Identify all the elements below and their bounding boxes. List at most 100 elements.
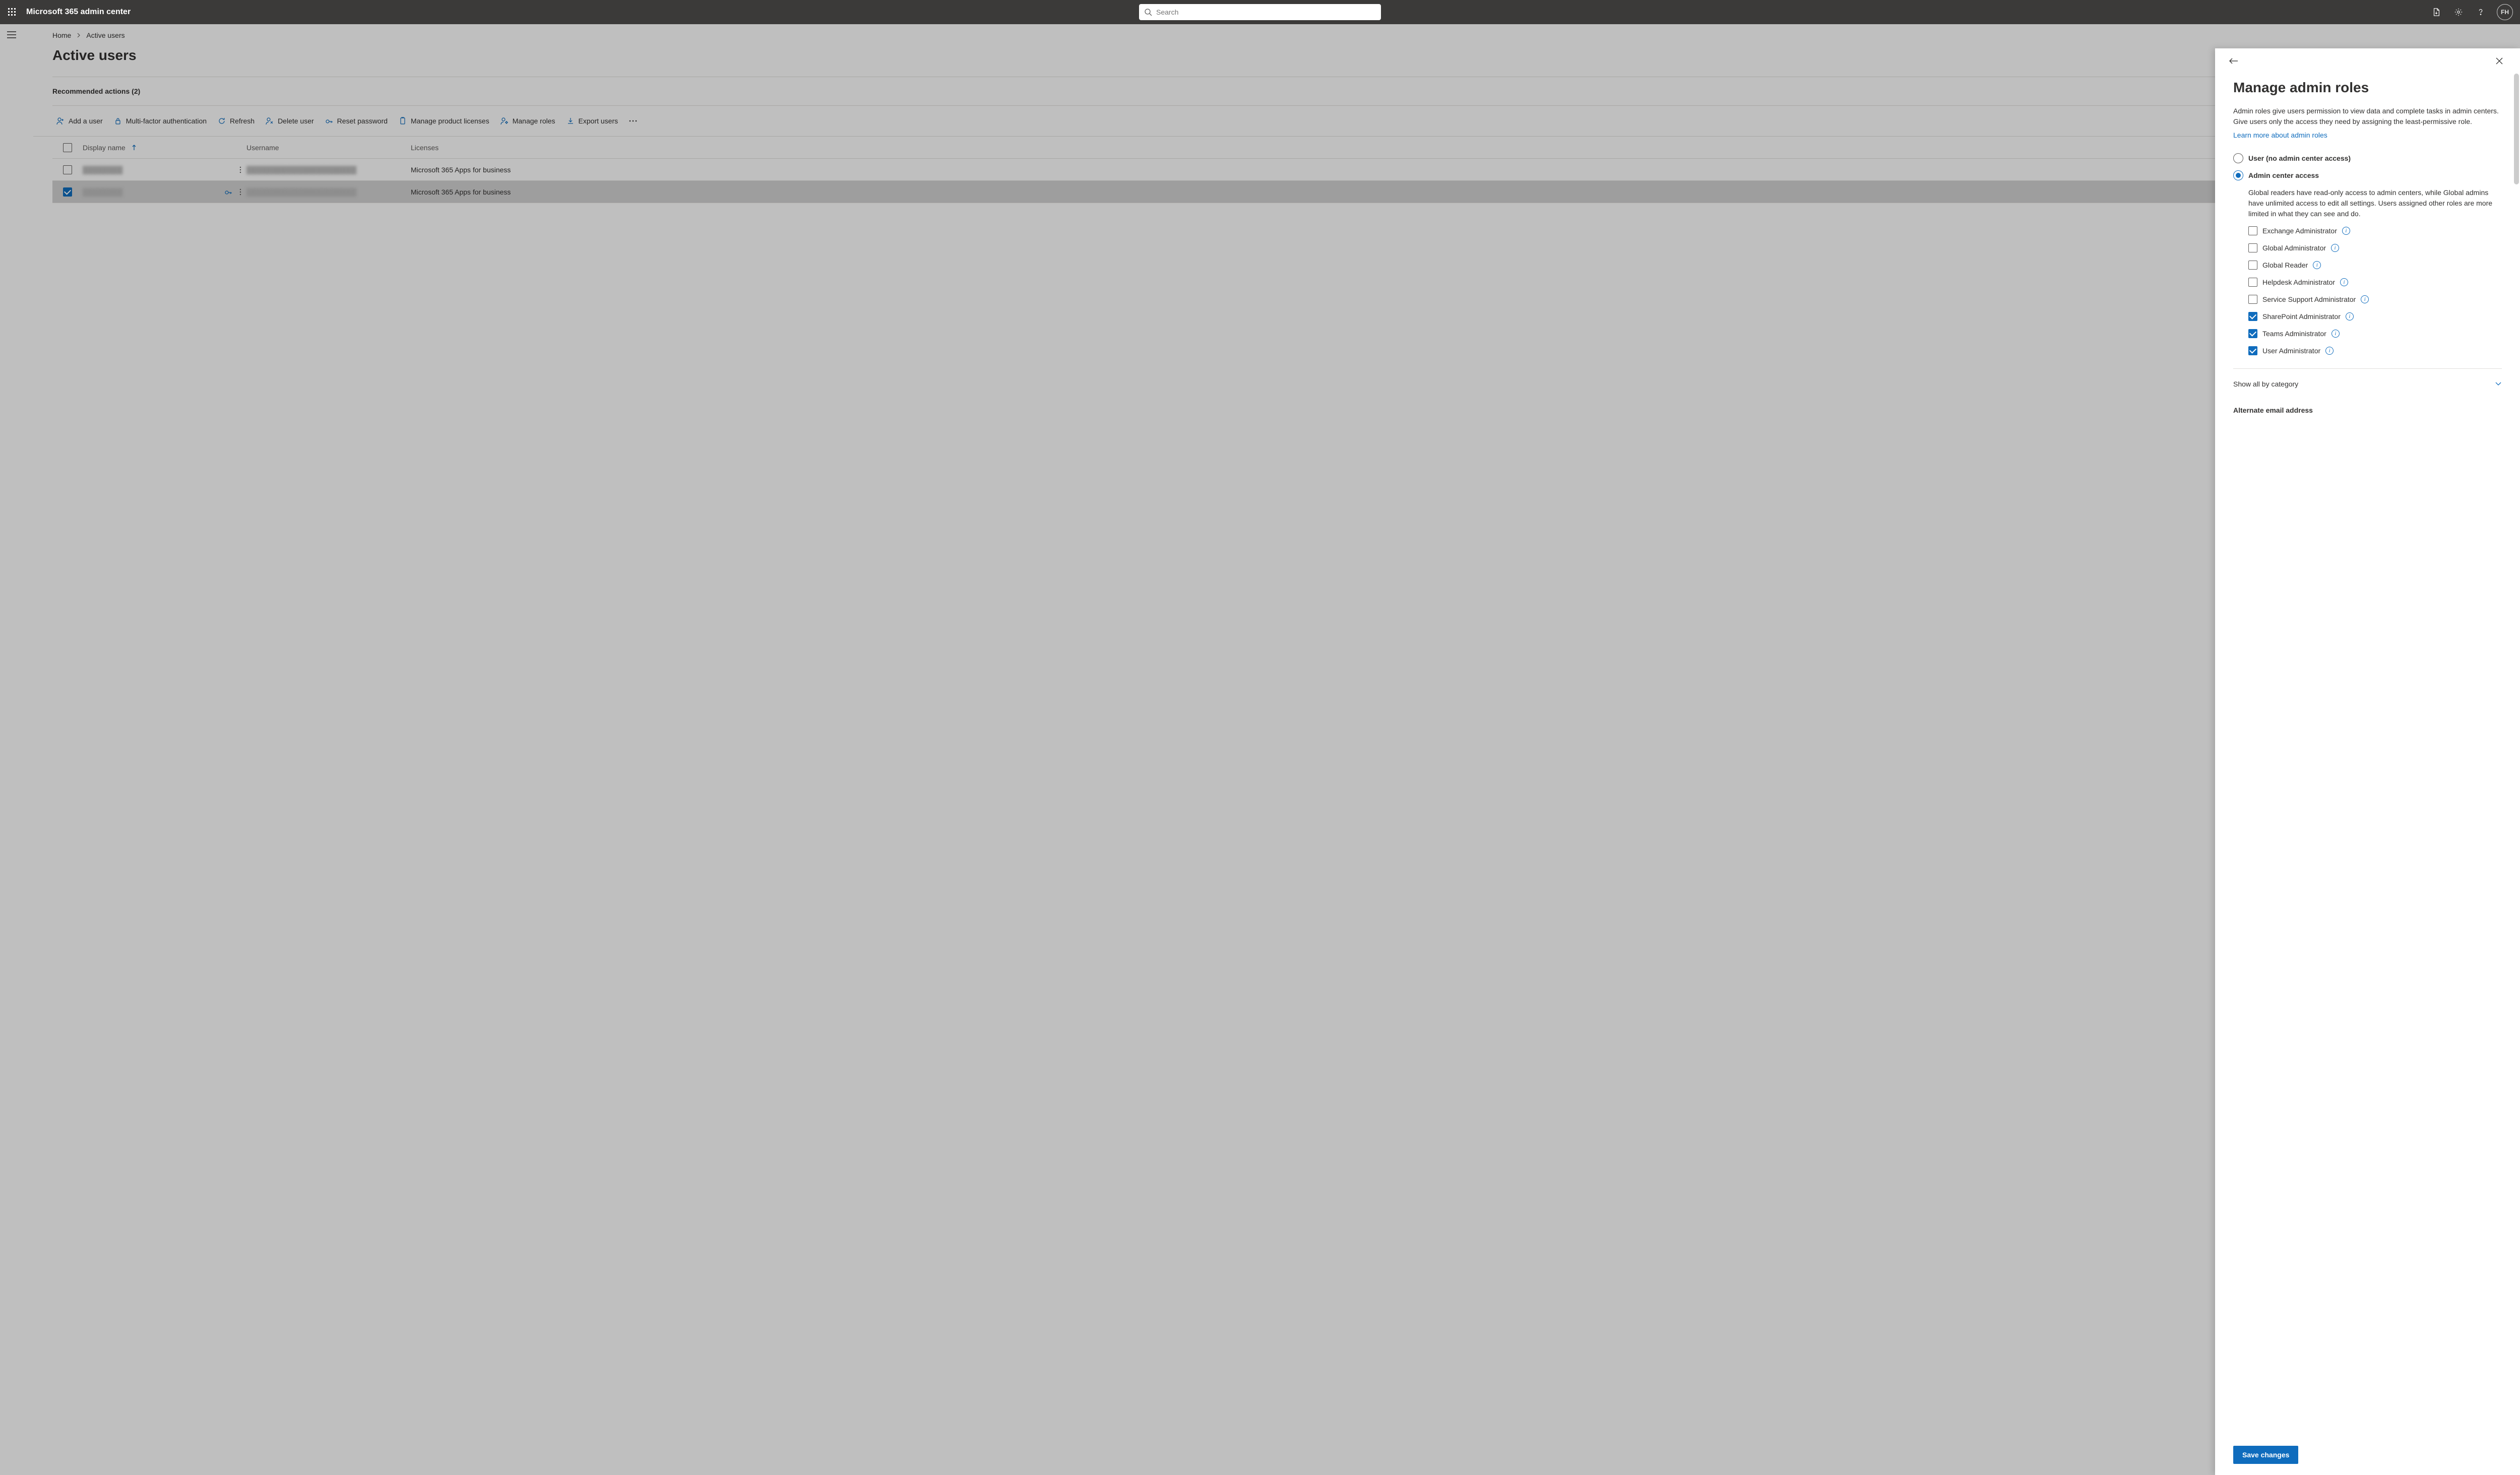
role-label: Teams Administrator xyxy=(2262,330,2326,338)
row-more-button[interactable] xyxy=(239,188,241,196)
waffle-icon xyxy=(8,8,16,16)
breadcrumb: Home Active users xyxy=(33,24,2511,41)
brand-title: Microsoft 365 admin center xyxy=(26,8,131,17)
page-content: Home Active users Active users Recommend… xyxy=(24,24,2520,1475)
manage-roles-button[interactable]: Manage roles xyxy=(500,117,555,125)
settings-icon[interactable] xyxy=(2452,6,2465,18)
recommended-actions-row[interactable]: Recommended actions (2) xyxy=(52,77,2507,106)
col-display-name[interactable]: Display name xyxy=(83,144,246,152)
search-wrap xyxy=(1139,4,1381,20)
reset-password-label: Reset password xyxy=(337,117,388,125)
role-row[interactable]: User Administrator i xyxy=(2248,346,2502,355)
reset-password-icon[interactable] xyxy=(224,188,232,196)
breadcrumb-current: Active users xyxy=(86,31,124,39)
mfa-label: Multi-factor authentication xyxy=(126,117,207,125)
sort-asc-icon xyxy=(132,145,137,151)
info-icon[interactable]: i xyxy=(2325,347,2334,355)
info-icon[interactable]: i xyxy=(2332,330,2340,338)
info-icon[interactable]: i xyxy=(2342,227,2350,235)
role-label: Helpdesk Administrator xyxy=(2262,278,2335,286)
row-more-button[interactable] xyxy=(239,166,241,173)
table-row[interactable]: ████████ ██████████████████████ Microsof… xyxy=(52,159,2507,181)
role-checkbox[interactable] xyxy=(2248,278,2257,287)
role-row[interactable]: Service Support Administrator i xyxy=(2248,295,2502,304)
help-icon[interactable] xyxy=(2475,6,2487,18)
delete-user-button[interactable]: Delete user xyxy=(266,117,314,125)
info-icon[interactable]: i xyxy=(2313,261,2321,269)
save-changes-button[interactable]: Save changes xyxy=(2233,1446,2298,1464)
search-icon xyxy=(1144,8,1152,16)
flyout-body: Admin roles give users permission to vie… xyxy=(2215,106,2520,1440)
role-checkbox[interactable] xyxy=(2248,295,2257,304)
show-all-by-category[interactable]: Show all by category xyxy=(2233,368,2502,388)
role-checkbox[interactable] xyxy=(2248,346,2257,355)
export-users-button[interactable]: Export users xyxy=(566,117,618,125)
role-row[interactable]: Helpdesk Administrator i xyxy=(2248,278,2502,287)
info-icon[interactable]: i xyxy=(2331,244,2339,252)
close-button[interactable] xyxy=(2496,57,2506,68)
alternate-email-heading: Alternate email address xyxy=(2233,406,2502,414)
radio-no-admin-access[interactable]: User (no admin center access) xyxy=(2233,153,2502,163)
account-avatar[interactable]: FH xyxy=(2497,4,2513,20)
access-radio-group: User (no admin center access) Admin cent… xyxy=(2233,153,2502,355)
chevron-right-icon xyxy=(76,33,81,38)
add-user-button[interactable]: Add a user xyxy=(56,117,103,125)
role-checkbox[interactable] xyxy=(2248,261,2257,270)
delete-user-label: Delete user xyxy=(278,117,314,125)
col-display-name-label: Display name xyxy=(83,144,125,152)
role-checkbox[interactable] xyxy=(2248,329,2257,338)
select-all-checkbox[interactable] xyxy=(63,143,72,152)
table-header: Display name Username Licenses Choose co… xyxy=(52,137,2507,159)
role-checkbox[interactable] xyxy=(2248,226,2257,235)
reset-password-button[interactable]: Reset password xyxy=(325,117,388,125)
manage-licenses-button[interactable]: Manage product licenses xyxy=(399,117,489,125)
nav-toggle-button[interactable] xyxy=(7,31,17,41)
chevron-down-icon xyxy=(2495,381,2502,387)
select-all-cell xyxy=(52,143,83,152)
radio-icon xyxy=(2233,153,2243,163)
role-row[interactable]: Global Readeri xyxy=(2248,261,2502,270)
role-row[interactable]: SharePoint Administratori xyxy=(2248,312,2502,321)
download-file-icon[interactable] xyxy=(2430,6,2442,18)
role-list: Exchange Administratori Global Administra… xyxy=(2248,226,2502,355)
manage-roles-panel: Manage admin roles Admin roles give user… xyxy=(2215,48,2520,1475)
main-area: Home Active users Active users Recommend… xyxy=(0,24,2520,1475)
breadcrumb-home[interactable]: Home xyxy=(52,31,71,39)
row-checkbox[interactable] xyxy=(63,187,72,197)
manage-licenses-label: Manage product licenses xyxy=(411,117,489,125)
info-icon[interactable]: i xyxy=(2346,312,2354,320)
toolbar-overflow-button[interactable] xyxy=(629,120,637,122)
export-users-label: Export users xyxy=(579,117,618,125)
radio-admin-access[interactable]: Admin center access xyxy=(2233,170,2502,180)
mfa-button[interactable]: Multi-factor authentication xyxy=(114,117,207,125)
admin-access-description: Global readers have read-only access to … xyxy=(2248,187,2502,219)
learn-more-link[interactable]: Learn more about admin roles xyxy=(2233,131,2327,139)
info-icon[interactable]: i xyxy=(2340,278,2348,286)
row-licenses: Microsoft 365 Apps for business xyxy=(411,188,572,196)
role-checkbox[interactable] xyxy=(2248,312,2257,321)
users-table: Display name Username Licenses Choose co… xyxy=(52,137,2507,203)
topbar-right-icons: FH xyxy=(2430,4,2515,20)
table-row[interactable]: ████████ ██████████████████████ Microsof… xyxy=(52,181,2507,203)
role-label: Service Support Administrator xyxy=(2262,295,2356,303)
role-label: User Administrator xyxy=(2262,347,2320,355)
radio-no-admin-label: User (no admin center access) xyxy=(2248,154,2351,162)
app-launcher-button[interactable] xyxy=(5,5,19,19)
role-label: Global Administrator xyxy=(2262,244,2326,252)
info-icon[interactable]: i xyxy=(2361,295,2369,303)
back-button[interactable] xyxy=(2229,57,2239,68)
show-all-label: Show all by category xyxy=(2233,380,2298,388)
search-input[interactable] xyxy=(1139,4,1381,20)
role-checkbox[interactable] xyxy=(2248,243,2257,252)
col-licenses[interactable]: Licenses xyxy=(411,144,572,152)
scrollbar[interactable] xyxy=(2514,74,2519,184)
role-row[interactable]: Exchange Administratori xyxy=(2248,226,2502,235)
manage-roles-label: Manage roles xyxy=(513,117,555,125)
role-row[interactable]: Teams Administrator i xyxy=(2248,329,2502,338)
col-username[interactable]: Username xyxy=(246,144,411,152)
refresh-button[interactable]: Refresh xyxy=(218,117,255,125)
role-row[interactable]: Global Administrator i xyxy=(2248,243,2502,252)
flyout-title: Manage admin roles xyxy=(2215,68,2520,106)
row-licenses: Microsoft 365 Apps for business xyxy=(411,166,572,174)
row-checkbox[interactable] xyxy=(63,165,72,174)
